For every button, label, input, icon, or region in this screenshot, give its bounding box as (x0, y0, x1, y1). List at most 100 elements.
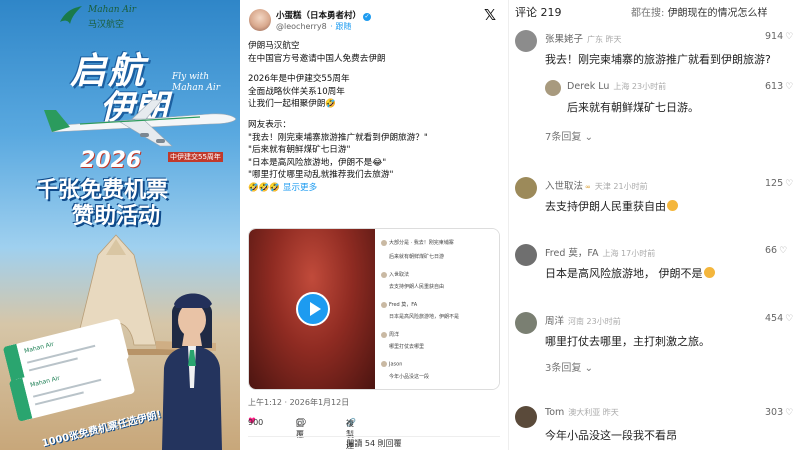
comment-meta: 上海 17小时前 (602, 249, 656, 258)
comment-author[interactable]: 周洋 河南 23小时前 (545, 313, 621, 327)
comment-like-button[interactable]: 454 ♡ (765, 313, 793, 324)
comment-text: 去支持伊朗人民重获自由 (545, 198, 678, 214)
logo-chinese: 马汉航空 (88, 20, 125, 30)
avatar[interactable] (515, 244, 537, 266)
heart-outline-icon: ♡ (779, 246, 788, 256)
tweet-line: "日本是高风险旅游地，伊朗不是😂" (248, 157, 387, 168)
avatar[interactable] (515, 406, 537, 428)
reply-text: 后来就有朝鲜煤矿七日游。 (567, 101, 699, 114)
tweet-line-last: 🤣🤣🤣 显示更多 (248, 182, 500, 195)
follow-button[interactable]: · 跟随 (330, 22, 351, 31)
tweet-line: "哪里打仗哪里动乱就推荐我们去旅游" (248, 170, 394, 181)
comment-item: Fred 莫，FA 上海 17小时前 66 ♡ 日本是高风险旅游地， 伊朗不是 (509, 244, 800, 294)
heart-outline-icon: ♡ (785, 179, 794, 189)
comment-author[interactable]: 入世取法 ∞ 天津 21小时前 (545, 178, 648, 192)
logo-english: Mahan Air (88, 5, 137, 15)
avatar[interactable] (515, 30, 537, 52)
like-count: 66 (765, 245, 778, 256)
tweet-line: 2026年是中伊建交55周年 (248, 74, 350, 85)
heart-outline-icon: ♡ (785, 32, 794, 42)
comment-text: 今年小品没这一段我不看昂 (545, 429, 677, 442)
comment-item: Tom 澳大利亚 昨天 303 ♡ 今年小品没这一段我不看昂 (509, 406, 800, 450)
like-count: 454 (765, 313, 784, 324)
mini-row: Fred 莫，FA (381, 301, 417, 308)
trending-search[interactable]: 都在搜: 伊朗现在的情况怎么样 (631, 4, 768, 19)
mini-row: Jason (381, 361, 402, 368)
comment-meta: 广东 昨天 (587, 35, 622, 44)
comment-text: 日本是高风险旅游地， 伊朗不是 (545, 265, 715, 281)
reply-author[interactable]: Derek Lu 上海 23小时前 (567, 81, 666, 92)
bird-logo-icon (60, 6, 82, 24)
mini-row: 入世取法 (381, 271, 409, 278)
fly-with-text: Fly with Mahan Air (172, 72, 221, 93)
trending-label: 都在搜: (631, 8, 665, 19)
verified-badge-icon: ✓ (363, 13, 372, 21)
year-subtitle: 中伊建交55周年 (168, 152, 223, 162)
view-replies-button[interactable]: 7条回复 ⌄ (545, 128, 593, 143)
author-name-text[interactable]: 小蛋糕（日本勇者村） (276, 11, 361, 21)
comment-item: 周洋 河南 23小时前 454 ♡ 哪里打仗去哪里，主打刺激之旅。 3条回复 ⌄ (509, 312, 800, 382)
ticket-label: Mahan Air (23, 340, 55, 355)
video-thumbnail[interactable] (249, 229, 375, 389)
trending-query[interactable]: 伊朗现在的情况怎么样 (668, 8, 768, 19)
tweet-body: 伊朗马汉航空 在中国官方号邀请中国人免费去伊朗 2026年是中伊建交55周年 全… (248, 40, 500, 195)
author-avatar[interactable] (249, 9, 271, 31)
tweet-line: 让我们一起相聚伊朗🤣 (248, 99, 337, 110)
like-count: 303 (765, 407, 784, 418)
like-count: 900 (248, 418, 264, 427)
avatar[interactable] (545, 80, 561, 96)
boarding-passes: Mahan Air Mahan Air (2, 318, 136, 425)
comment-like-button[interactable]: 303 ♡ (765, 407, 793, 418)
comment-count: 评论 219 (515, 6, 562, 19)
tweet-line: 🤣🤣🤣 (248, 182, 281, 193)
view-replies-button[interactable]: 3条回复 ⌄ (545, 359, 593, 374)
airplane-illustration (44, 99, 237, 147)
tweet-media[interactable]: 大部分是 · 我去！刚完柬埔寨 后来就有朝鲜煤矿七日游 入世取法 去支持伊朗人民… (248, 228, 500, 390)
comment-item: 入世取法 ∞ 天津 21小时前 125 ♡ 去支持伊朗人民重获自由 (509, 177, 800, 227)
comment-header: 评论 219 都在搜: 伊朗现在的情况怎么样 (509, 0, 800, 24)
heart-outline-icon: ♡ (785, 82, 794, 92)
heart-outline-icon: ♡ (785, 314, 794, 324)
comment-section: 评论 219 都在搜: 伊朗现在的情况怎么样 张果姥子 广东 昨天 914 ♡ 我去… (508, 0, 800, 450)
comment-author[interactable]: Fred 莫，FA 上海 17小时前 (545, 245, 655, 259)
like-count: 125 (765, 178, 784, 189)
comment-like-button[interactable]: 125 ♡ (765, 178, 793, 189)
like-count: 914 (765, 31, 784, 42)
mini-row: 周洋 (381, 331, 399, 338)
author-name[interactable]: 小蛋糕（日本勇者村） ✓ (276, 9, 372, 21)
avatar[interactable] (515, 177, 537, 199)
avatar[interactable] (515, 312, 537, 334)
comment-text: 我去！刚完柬埔寨的旅游推广就看到伊朗旅游? (545, 53, 771, 66)
year-badge: 2026 (80, 148, 142, 173)
play-icon[interactable] (296, 292, 330, 326)
tweet-line: "后来就有朝鲜煤矿七日游" (248, 145, 351, 156)
mini-row: 后来就有朝鲜煤矿七日游 (389, 254, 445, 260)
x-logo-icon[interactable]: 𝕏 (484, 6, 496, 24)
comment-author[interactable]: Tom 澳大利亚 昨天 (545, 407, 619, 418)
emoji-icon (703, 267, 715, 278)
tweet-card: 小蛋糕（日本勇者村） ✓ @leocherry8 · 跟随 𝕏 伊朗马汉航空 在中… (240, 0, 508, 450)
chevron-down-icon: ⌄ (584, 363, 593, 374)
tweet-line: "我去！刚完柬埔寨旅游推广就看到伊朗旅游？" (248, 132, 428, 143)
show-more-link[interactable]: 显示更多 (283, 183, 317, 193)
comment-like-button[interactable]: 66 ♡ (765, 245, 787, 256)
chevron-down-icon: ⌄ (584, 132, 593, 143)
tweet-actions: ♥ 900 💬 回覆 🔗 複製連結 (248, 418, 500, 450)
flight-attendant-illustration (162, 293, 222, 450)
read-replies-button[interactable]: 閱讀 54 則回覆 (248, 436, 500, 450)
comment-meta: 澳大利亚 昨天 (568, 408, 619, 417)
comment-like-button[interactable]: 914 ♡ (765, 31, 793, 42)
author-handle[interactable]: @leocherry8 (276, 22, 327, 31)
like-count: 613 (765, 81, 784, 92)
reply-like-button[interactable]: 613 ♡ (765, 81, 793, 92)
tweet-line: 伊朗马汉航空 (248, 41, 300, 51)
sub-reply: Derek Lu 上海 23小时前 613 ♡ 后来就有朝鲜煤矿七日游。 (545, 80, 800, 130)
mini-row: 哪里打仗去哪里 (389, 344, 425, 350)
mini-row: 去支持伊朗人民重获自由 (389, 284, 445, 290)
comment-author[interactable]: 张果姥子 广东 昨天 (545, 31, 622, 45)
mini-row: 今年小品没这一段 (389, 374, 430, 380)
ticket-label: Mahan Air (29, 374, 61, 389)
author-handle-row: @leocherry8 · 跟随 (276, 21, 351, 32)
promo-poster: Mahan Air 马汉航空 启航 伊朗 Fly with Mahan Air … (0, 0, 240, 450)
tweet-timestamp[interactable]: 上午1:12 · 2026年1月12日 (248, 397, 349, 408)
